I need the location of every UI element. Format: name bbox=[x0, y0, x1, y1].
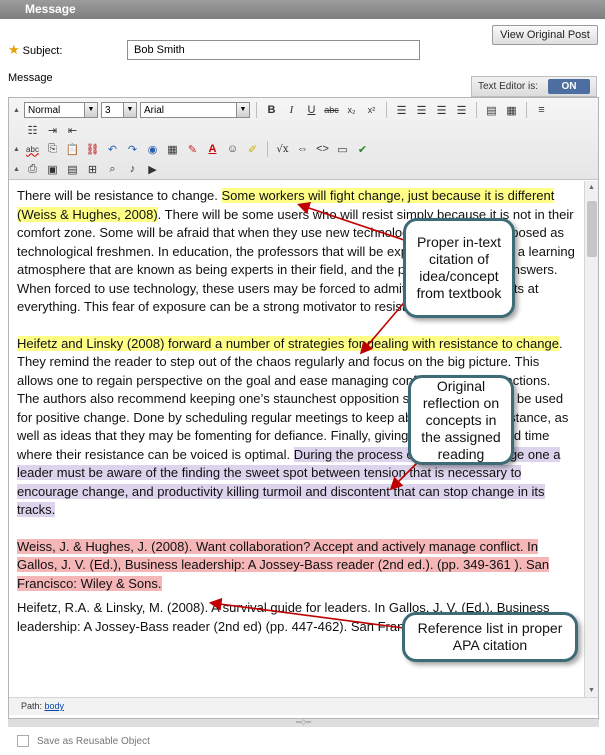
arrow-intext bbox=[296, 201, 405, 241]
callout-original-reflection: Original reflection on concepts in the a… bbox=[408, 375, 514, 465]
arrow-intext-2 bbox=[359, 297, 409, 355]
callout-intext-citation: Proper in-text citation of idea/concept … bbox=[403, 218, 515, 318]
callout-reference-list: Reference list in proper APA citation bbox=[402, 612, 578, 662]
arrow-reference bbox=[208, 597, 405, 629]
